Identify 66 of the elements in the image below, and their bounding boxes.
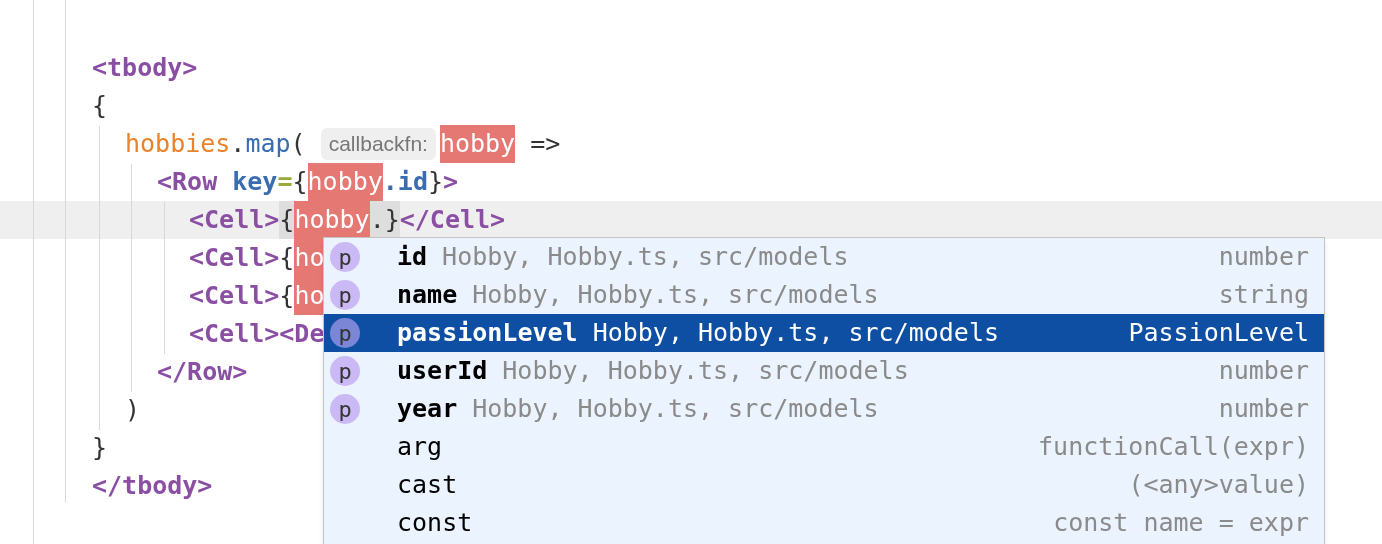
completion-item[interactable]: p name Hobby, Hobby.ts, src/models string — [324, 276, 1324, 314]
jsx-tag: <Cell><De — [189, 315, 325, 353]
code-punctuation: } — [427, 166, 444, 199]
completion-name: const — [397, 507, 473, 540]
completion-type: number — [1218, 393, 1309, 426]
code-punctuation: } — [92, 432, 108, 465]
property-icon: p — [330, 280, 360, 310]
completion-item[interactable]: cast (<any>value) — [324, 466, 1324, 504]
completion-detail: Hobby, Hobby.ts, src/models — [472, 279, 879, 312]
code-property: .id — [382, 166, 428, 199]
property-icon: p — [330, 242, 360, 272]
jsx-tag: <tbody> — [92, 49, 198, 87]
completion-type: const name = expr — [1053, 507, 1309, 540]
code-identifier: hobbies — [125, 128, 231, 161]
completion-type: number — [1218, 355, 1309, 388]
property-icon: p — [330, 318, 360, 348]
completion-type: string — [1218, 279, 1309, 312]
completion-detail: Hobby, Hobby.ts, src/models — [502, 355, 909, 388]
code-punctuation: ( — [290, 128, 307, 161]
highlighted-identifier: ho — [294, 239, 325, 277]
code-operator: = — [277, 166, 293, 199]
code-punctuation: . — [230, 128, 246, 161]
code-punctuation: => — [529, 128, 561, 161]
jsx-tag: <Cell> — [189, 239, 280, 277]
completion-item[interactable]: arg functionCall(expr) — [324, 428, 1324, 466]
jsx-tag: <Cell> — [189, 201, 280, 239]
matched-brace: { — [279, 201, 295, 239]
completion-type: number — [1218, 241, 1309, 274]
code-punctuation: { — [92, 90, 108, 123]
completion-name: cast — [397, 469, 458, 502]
completion-item[interactable]: p userId Hobby, Hobby.ts, src/models number — [324, 352, 1324, 390]
completion-name: passionLevel — [397, 317, 578, 350]
completion-name: year — [397, 393, 458, 426]
code-punctuation: { — [292, 166, 308, 199]
code-punctuation: { — [279, 280, 295, 313]
highlighted-identifier: hobby — [439, 125, 516, 163]
completion-item[interactable]: const const name = expr — [324, 504, 1324, 542]
code-punctuation: { — [279, 242, 295, 275]
highlighted-identifier: hobby — [294, 201, 370, 239]
highlighted-identifier: ho — [294, 277, 325, 315]
completion-detail: Hobby, Hobby.ts, src/models — [472, 393, 879, 426]
completion-type: functionCall(expr) — [1038, 431, 1309, 464]
code-punctuation: ) — [125, 394, 141, 427]
highlighted-identifier: hobby — [307, 163, 383, 201]
completion-item[interactable]: p passionLevel Hobby, Hobby.ts, src/models PassionLevel — [324, 314, 1324, 352]
completion-type: (<any>value) — [1128, 469, 1309, 502]
completion-name: name — [397, 279, 458, 312]
jsx-tag: <Row — [157, 163, 233, 201]
completion-type: PassionLevel — [1128, 317, 1309, 350]
property-icon: p — [330, 356, 360, 386]
property-icon: p — [330, 394, 360, 424]
completion-name: id — [397, 241, 428, 274]
jsx-tag: </Cell> — [399, 201, 506, 239]
completion-name: userId — [397, 355, 488, 388]
jsx-tag: </Row> — [157, 353, 248, 391]
jsx-tag: <Cell> — [189, 277, 280, 315]
parameter-hint: callbackfn: — [320, 128, 436, 160]
jsx-tag: </tbody> — [92, 467, 213, 505]
code-method: map — [245, 128, 291, 161]
jsx-attribute: key — [232, 166, 278, 199]
completion-item[interactable]: p year Hobby, Hobby.ts, src/models number — [324, 390, 1324, 428]
completion-detail: Hobby, Hobby.ts, src/models — [592, 317, 999, 350]
completion-detail: Hobby, Hobby.ts, src/models — [442, 241, 849, 274]
completion-item[interactable]: p id Hobby, Hobby.ts, src/models number — [324, 238, 1324, 276]
completion-name: arg — [397, 431, 443, 464]
jsx-tag: > — [443, 163, 459, 201]
